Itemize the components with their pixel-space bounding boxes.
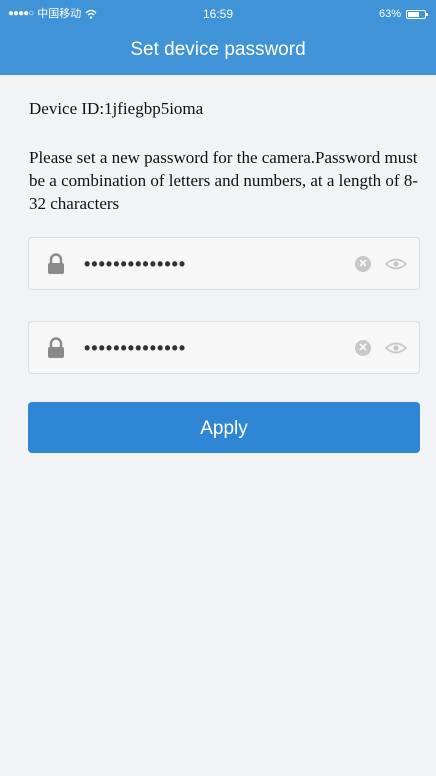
password-field[interactable]: •••••••••••••• ✕ [28,237,420,290]
confirm-password-input[interactable]: •••••••••••••• [84,322,186,375]
status-right: 63% [378,0,428,28]
battery-icon [406,9,428,19]
header-bar: ●●●●○ 中国移动 16:59 63% Set device password [0,0,436,75]
lock-icon [48,337,64,358]
status-time: 16:59 [202,7,234,21]
apply-button[interactable]: Apply [28,402,420,453]
status-bar: ●●●●○ 中国移动 16:59 63% [0,0,436,28]
eye-icon[interactable] [385,341,407,355]
instructions-text: Please set a new password for the camera… [29,148,418,213]
eye-icon[interactable] [385,257,407,271]
lock-icon [48,253,64,274]
clear-icon[interactable]: ✕ [355,256,371,272]
confirm-password-field[interactable]: •••••••••••••• ✕ [28,321,420,374]
battery-percent: 63% [378,8,401,20]
password-input[interactable]: •••••••••••••• [84,238,186,291]
clear-icon[interactable]: ✕ [355,340,371,356]
page-title: Set device password [130,39,306,60]
device-id-label: Device ID:1jfiegbp5ioma [29,99,204,118]
